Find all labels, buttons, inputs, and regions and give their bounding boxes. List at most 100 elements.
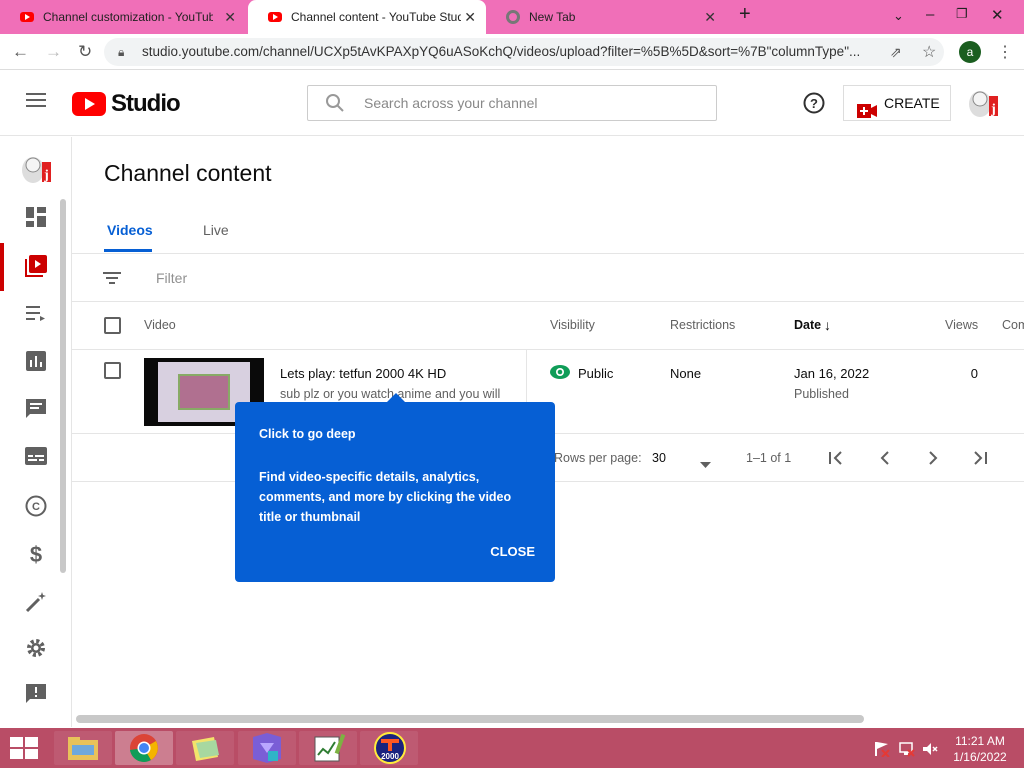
column-header-restrictions[interactable]: Restrictions — [670, 318, 735, 332]
close-tab-icon[interactable]: ✕ — [464, 9, 476, 26]
create-button[interactable]: CREATE — [843, 85, 951, 121]
next-page-icon[interactable] — [925, 450, 941, 471]
back-icon[interactable]: ← — [12, 42, 29, 62]
youtube-favicon-icon — [268, 12, 282, 22]
popup-body: Find video-specific details, analytics, … — [259, 470, 512, 524]
forward-icon[interactable]: → — [45, 42, 62, 62]
last-page-icon[interactable] — [972, 450, 988, 471]
windows-start-icon[interactable] — [10, 737, 38, 764]
tab-live[interactable]: Live — [203, 222, 229, 238]
sort-down-arrow-icon[interactable]: ↓ — [824, 317, 831, 333]
create-label: CREATE — [884, 95, 940, 111]
tab-new-tab[interactable]: New Tab ✕ — [486, 0, 726, 34]
dashboard-icon[interactable] — [24, 207, 48, 231]
tab-title: Channel content - YouTube Studio — [291, 10, 461, 24]
close-tab-icon[interactable]: ✕ — [224, 9, 236, 26]
profile-avatar[interactable]: a — [959, 41, 981, 63]
settings-gear-icon[interactable] — [24, 637, 48, 661]
taskbar-chrome[interactable] — [115, 731, 173, 765]
thumbnail-game-window — [178, 374, 230, 410]
taskbar-notepad-plus[interactable] — [299, 731, 357, 765]
subtitles-icon[interactable] — [24, 447, 48, 471]
divider — [72, 253, 1024, 254]
video-title[interactable]: Lets play: tetfun 2000 4K HD — [280, 366, 446, 381]
help-icon[interactable]: ? — [803, 92, 825, 119]
windows-taskbar: 2000 11:21 AM 1/16/2022 — [0, 728, 1024, 768]
chrome-menu-icon[interactable]: ⋮ — [997, 42, 1013, 62]
content-icon[interactable] — [24, 255, 48, 279]
feedback-icon[interactable] — [24, 684, 48, 708]
youtube-studio-logo[interactable]: Studio — [72, 90, 181, 118]
first-page-icon[interactable] — [828, 450, 844, 471]
select-all-checkbox[interactable] — [104, 317, 121, 334]
playlists-icon[interactable] — [24, 303, 48, 327]
column-header-date[interactable]: Date — [794, 318, 821, 332]
search-input[interactable]: Search across your channel — [307, 85, 717, 121]
visibility-value[interactable]: Public — [578, 366, 613, 381]
row-checkbox[interactable] — [104, 362, 121, 379]
taskbar-file-explorer[interactable] — [54, 731, 112, 765]
dropdown-arrow-icon[interactable] — [700, 455, 711, 473]
svg-text:j: j — [990, 102, 996, 117]
restore-button[interactable]: ❐ — [956, 6, 968, 22]
tab-channel-customization[interactable]: Channel customization - YouTube ✕ — [0, 0, 246, 34]
filter-icon[interactable] — [103, 271, 121, 290]
sidebar-scrollbar[interactable] — [60, 199, 66, 573]
clock-time: 11:21 AM — [955, 734, 1005, 748]
sidebar: j C $ — [0, 137, 72, 727]
search-icon — [326, 86, 344, 125]
column-header-visibility[interactable]: Visibility — [550, 318, 595, 332]
tab-title: New Tab — [529, 10, 576, 24]
action-center-flag-icon[interactable] — [874, 741, 890, 762]
monetization-icon[interactable]: $ — [24, 543, 48, 567]
column-header-comments[interactable]: Com — [1002, 318, 1024, 332]
rows-per-page-select[interactable]: 30 — [652, 451, 666, 465]
column-header-video: Video — [144, 318, 176, 332]
reload-icon[interactable]: ↻ — [78, 42, 92, 62]
svg-text:?: ? — [810, 96, 818, 111]
chrome-favicon-icon — [506, 10, 520, 24]
horizontal-scrollbar[interactable] — [76, 715, 864, 723]
channel-avatar[interactable]: j — [967, 86, 999, 120]
create-video-icon — [857, 96, 877, 130]
youtube-logo-icon — [72, 92, 106, 116]
tab-search-chevron-icon[interactable]: ⌄ — [893, 8, 904, 24]
share-icon[interactable]: ⇗ — [890, 44, 902, 61]
close-tab-icon[interactable]: ✕ — [704, 9, 716, 26]
new-tab-button[interactable]: + — [739, 3, 751, 26]
date-value: Jan 16, 2022 — [794, 366, 870, 381]
close-window-button[interactable]: ✕ — [991, 6, 1004, 24]
youtube-favicon-icon — [20, 12, 34, 22]
comments-icon[interactable] — [24, 399, 48, 423]
url-text: studio.youtube.com/channel/UCXp5tAvKPAXp… — [142, 44, 861, 59]
bookmark-star-icon[interactable]: ☆ — [922, 42, 936, 62]
tooltip-popup: Click to go deep Find video-specific det… — [235, 393, 555, 582]
tab-channel-content[interactable]: Channel content - YouTube Studio ✕ — [248, 0, 486, 34]
analytics-icon[interactable] — [24, 351, 48, 375]
system-clock[interactable]: 11:21 AM 1/16/2022 — [948, 733, 1012, 765]
network-icon[interactable] — [899, 741, 915, 762]
taskbar-visual-studio-installer[interactable] — [238, 731, 296, 765]
sidebar-channel-avatar[interactable]: j — [20, 152, 52, 186]
taskbar-sticky-notes[interactable] — [176, 731, 234, 765]
views-value: 0 — [970, 366, 978, 381]
hamburger-menu-icon[interactable] — [26, 92, 46, 108]
volume-muted-icon[interactable] — [922, 741, 938, 762]
lock-icon: 🔒︎ — [118, 45, 125, 59]
copyright-icon[interactable]: C — [24, 495, 48, 519]
tab-title: Channel customization - YouTube — [43, 10, 213, 24]
studio-header: Studio Search across your channel ? CREA… — [0, 70, 1024, 136]
customization-wand-icon[interactable] — [24, 591, 48, 615]
filter-input[interactable]: Filter — [156, 270, 187, 286]
svg-text:j: j — [43, 168, 49, 183]
url-field[interactable]: 🔒︎ studio.youtube.com/channel/UCXp5tAvKP… — [104, 38, 944, 66]
column-header-views[interactable]: Views — [945, 318, 978, 332]
popup-close-button[interactable]: CLOSE — [490, 544, 535, 559]
tab-videos[interactable]: Videos — [107, 222, 153, 238]
minimize-button[interactable]: – — [926, 6, 934, 23]
divider — [72, 301, 1024, 302]
taskbar-tetfun-2000[interactable]: 2000 — [360, 731, 418, 765]
previous-page-icon[interactable] — [877, 450, 893, 471]
search-placeholder: Search across your channel — [364, 95, 538, 111]
svg-text:2000: 2000 — [381, 752, 399, 761]
